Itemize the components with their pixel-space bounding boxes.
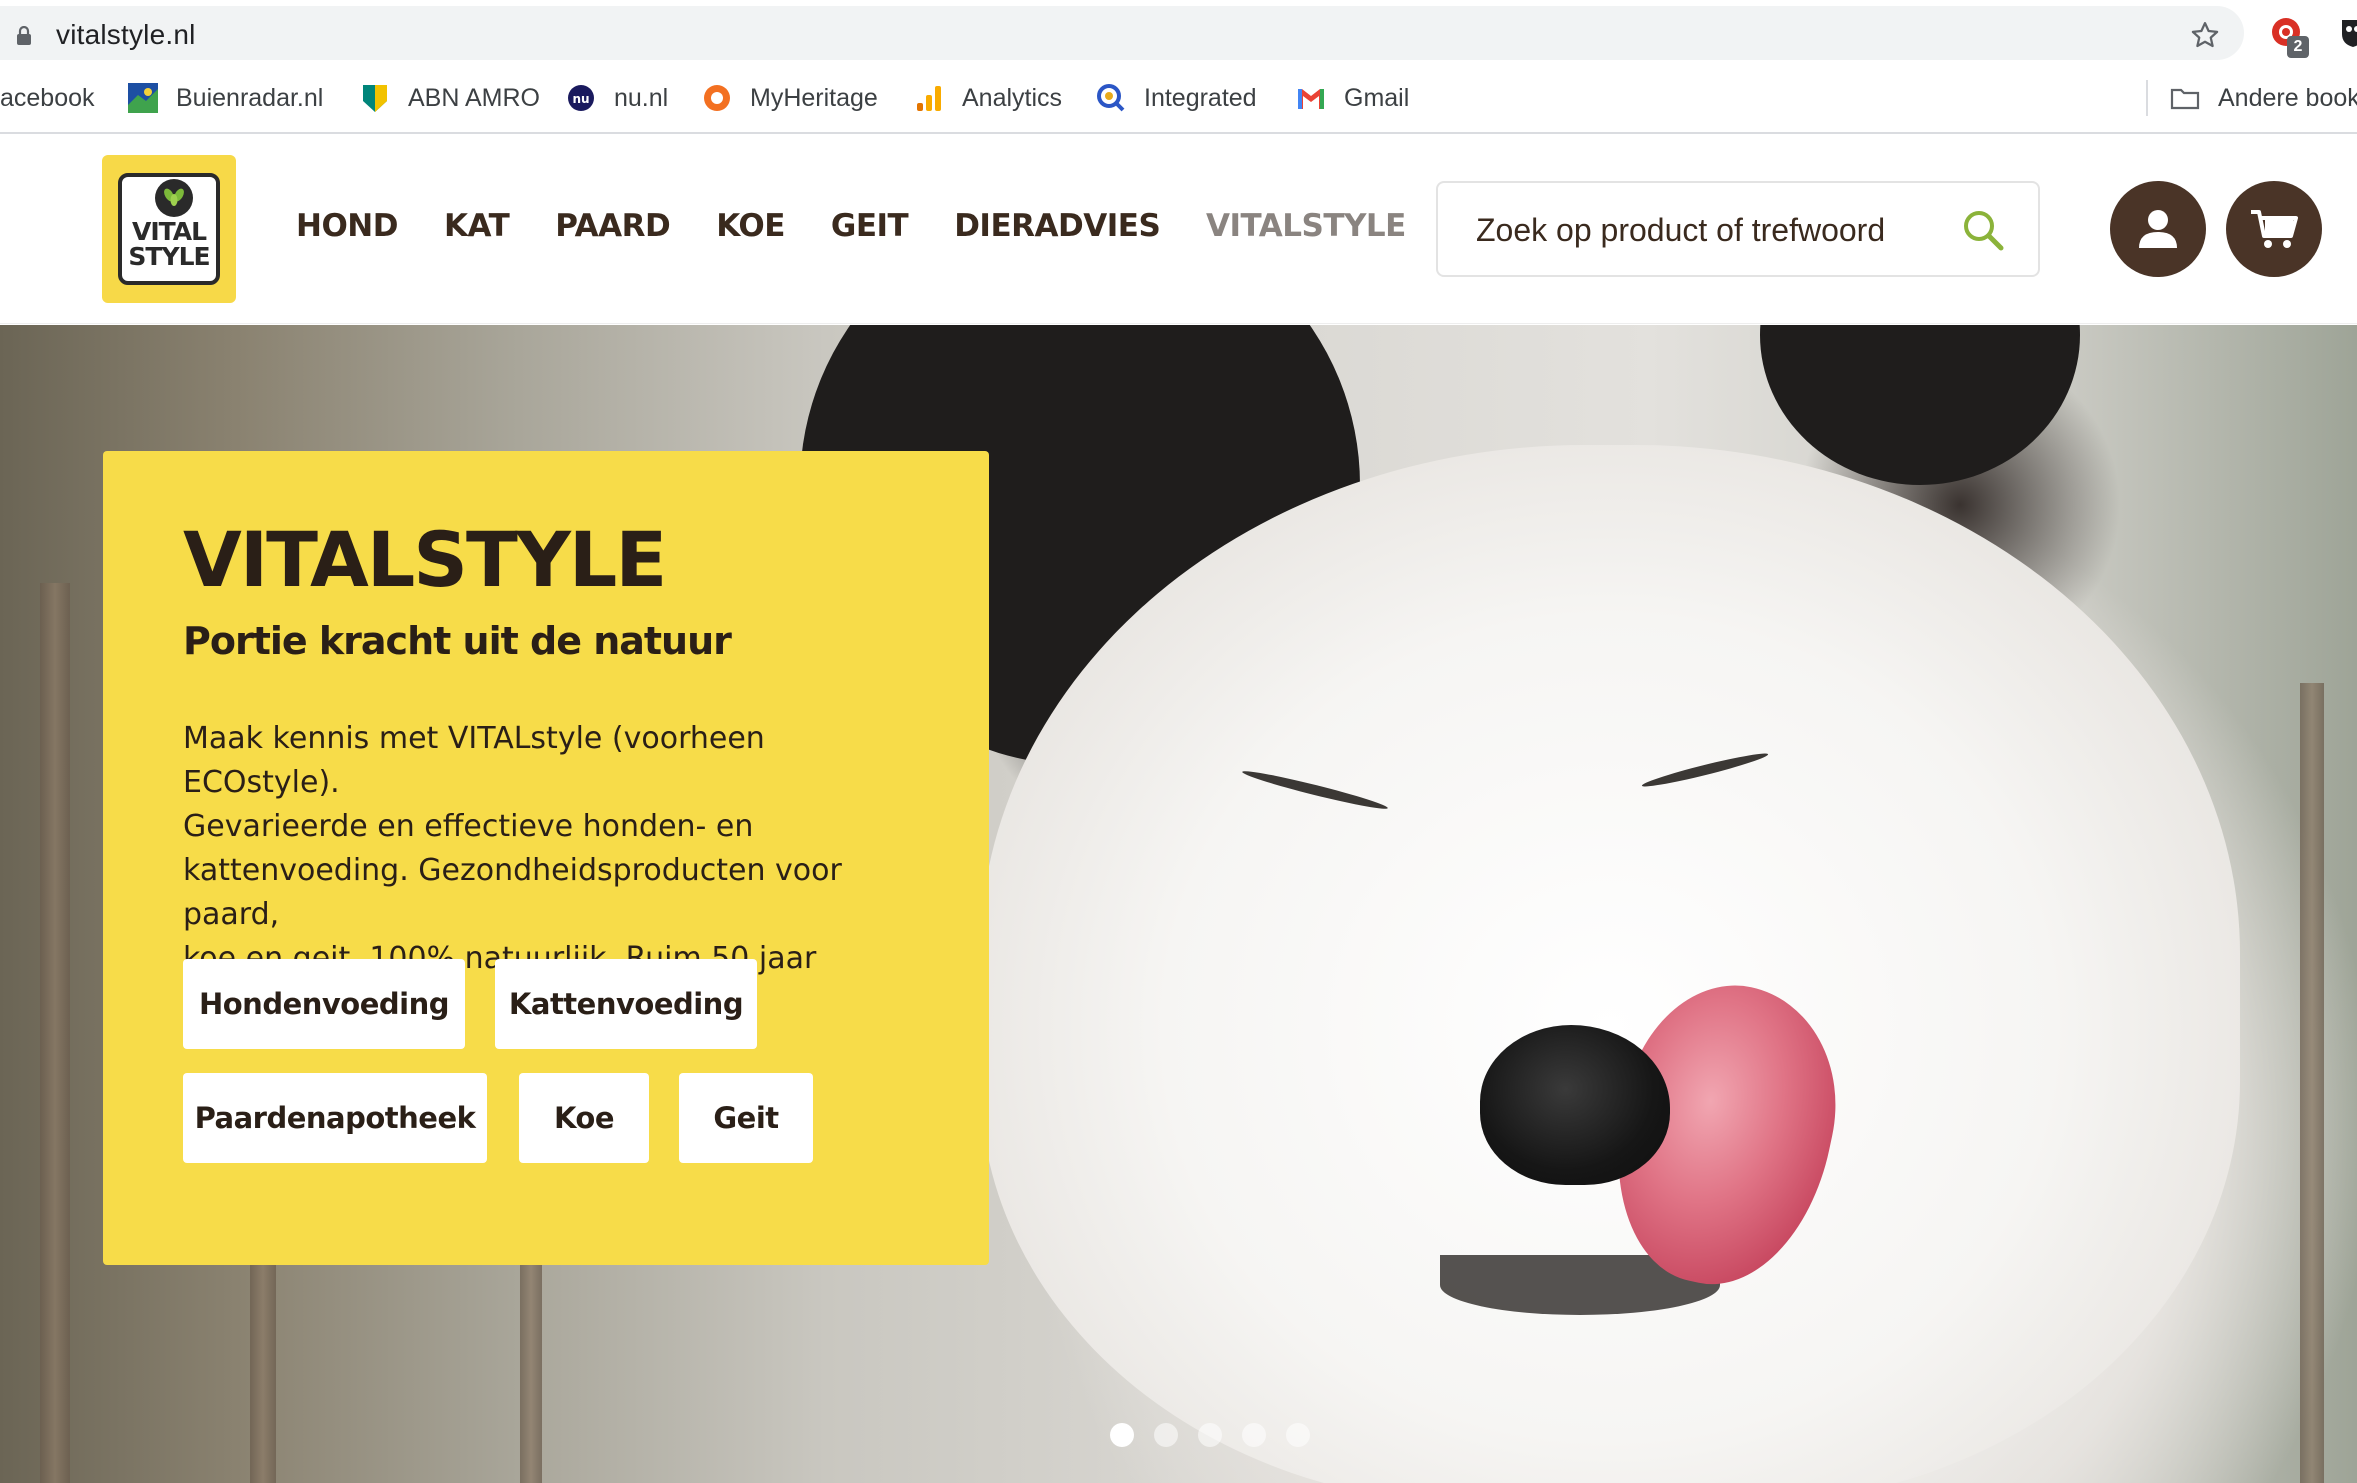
vitalstyle-logo[interactable]: VITAL STYLE — [102, 155, 236, 303]
search-box — [1436, 181, 2040, 277]
hero-description-line: Maak kennis met VITALstyle (voorheen ECO… — [183, 721, 765, 800]
bookmark-label: Andere book — [2218, 83, 2357, 112]
kattenvoeding-button[interactable]: Kattenvoeding — [495, 959, 757, 1049]
bookmark-nu-nl[interactable]: nu nu.nl — [566, 78, 668, 118]
carousel-dot[interactable] — [1242, 1423, 1266, 1447]
nav-item-vitalstyle[interactable]: VITALSTYLE — [1206, 208, 1406, 244]
hondenvoeding-button[interactable]: Hondenvoeding — [183, 959, 465, 1049]
lock-icon — [17, 26, 31, 45]
nav-item-kat[interactable]: KAT — [444, 208, 510, 244]
bookmark-label: Integrated — [1144, 83, 1257, 112]
gmail-icon — [1298, 89, 1324, 109]
bookmark-star-icon[interactable] — [2190, 20, 2220, 50]
carousel-dots — [1110, 1423, 1310, 1447]
bookmark-label: ABN AMRO — [408, 83, 540, 112]
bookmarks-divider — [2146, 80, 2148, 116]
bookmark-label: MyHeritage — [750, 83, 878, 112]
nav-item-dieradvies[interactable]: DIERADVIES — [954, 208, 1161, 244]
carousel-dot[interactable] — [1286, 1423, 1310, 1447]
bookmark-label: acebook — [0, 83, 95, 112]
nav-item-geit[interactable]: GEIT — [831, 208, 909, 244]
search-input[interactable] — [1476, 207, 1946, 253]
bookmark-label: nu.nl — [614, 83, 669, 112]
nav-item-koe[interactable]: KOE — [716, 208, 785, 244]
logo-badge: VITAL STYLE — [118, 173, 220, 285]
geit-button[interactable]: Geit — [679, 1073, 813, 1163]
bookmark-label: Gmail — [1344, 83, 1410, 112]
bookmark-label: Analytics — [962, 83, 1063, 112]
bookmark-analytics[interactable]: Analytics — [914, 78, 1062, 118]
koe-button[interactable]: Koe — [519, 1073, 649, 1163]
extension-2-icon[interactable] — [2338, 14, 2357, 48]
hero-description-line: Gevarieerde en effectieve honden- en — [183, 809, 754, 844]
hero-description-line: kattenvoeding. Gezondheidsproducten voor… — [183, 853, 842, 932]
cart-button[interactable] — [2226, 181, 2322, 277]
bookmark-label: Buienradar.nl — [176, 83, 324, 112]
analytics-icon — [917, 86, 941, 111]
buienradar-icon — [128, 83, 158, 113]
bookmark-integrated[interactable]: Integrated — [1096, 78, 1257, 118]
integrated-icon — [1097, 84, 1125, 112]
address-bar[interactable]: vitalstyle.nl — [0, 6, 2244, 60]
site-header: VITAL STYLE HOND KAT PAARD KOE GEIT DIER… — [0, 136, 2357, 324]
bookmark-gmail[interactable]: Gmail — [1296, 78, 1409, 118]
carousel-dot[interactable] — [1110, 1423, 1134, 1447]
abn-amro-icon — [363, 85, 387, 112]
nav-item-paard[interactable]: PAARD — [555, 208, 670, 244]
myheritage-icon — [704, 85, 730, 111]
logo-text-line: STYLE — [128, 242, 210, 271]
shopping-cart-icon — [2251, 210, 2298, 248]
user-icon — [2139, 210, 2177, 248]
svg-text:nu: nu — [572, 92, 589, 106]
url-text[interactable]: vitalstyle.nl — [56, 19, 196, 51]
hero-subtitle: Portie kracht uit de natuur — [183, 619, 732, 663]
nav-item-hond[interactable]: HOND — [296, 208, 398, 244]
search-icon[interactable] — [1960, 207, 2006, 253]
account-button[interactable] — [2110, 181, 2206, 277]
main-navigation: HOND KAT PAARD KOE GEIT DIERADVIES — [296, 208, 1206, 244]
bookmark-myheritage[interactable]: MyHeritage — [702, 78, 878, 118]
bookmark-other-folder[interactable]: Andere book — [2170, 78, 2357, 118]
folder-icon — [2170, 88, 2200, 110]
hero-title: VITALSTYLE — [183, 515, 667, 604]
carousel-dot[interactable] — [1154, 1423, 1178, 1447]
bookmark-abn-amro[interactable]: ABN AMRO — [360, 78, 540, 118]
browser-toolbar: vitalstyle.nl 2 — [0, 0, 2357, 64]
bookmarks-bar: acebook Buienradar.nl ABN AMRO nu nu.nl … — [0, 64, 2357, 134]
paardenapotheek-button[interactable]: Paardenapotheek — [183, 1073, 487, 1163]
logo-text: VITAL STYLE — [122, 219, 216, 269]
hero-banner: VITALSTYLE Portie kracht uit de natuur M… — [0, 325, 2357, 1483]
logo-text-line: VITAL — [131, 217, 207, 246]
carousel-dot[interactable] — [1198, 1423, 1222, 1447]
hero-card: VITALSTYLE Portie kracht uit de natuur M… — [103, 451, 989, 1265]
bookmark-facebook[interactable]: acebook — [0, 78, 95, 118]
bookmark-buienradar[interactable]: Buienradar.nl — [128, 78, 323, 118]
leaf-icon — [155, 179, 193, 217]
extension-badge: 2 — [2287, 36, 2309, 58]
nu-nl-icon: nu — [568, 85, 594, 111]
